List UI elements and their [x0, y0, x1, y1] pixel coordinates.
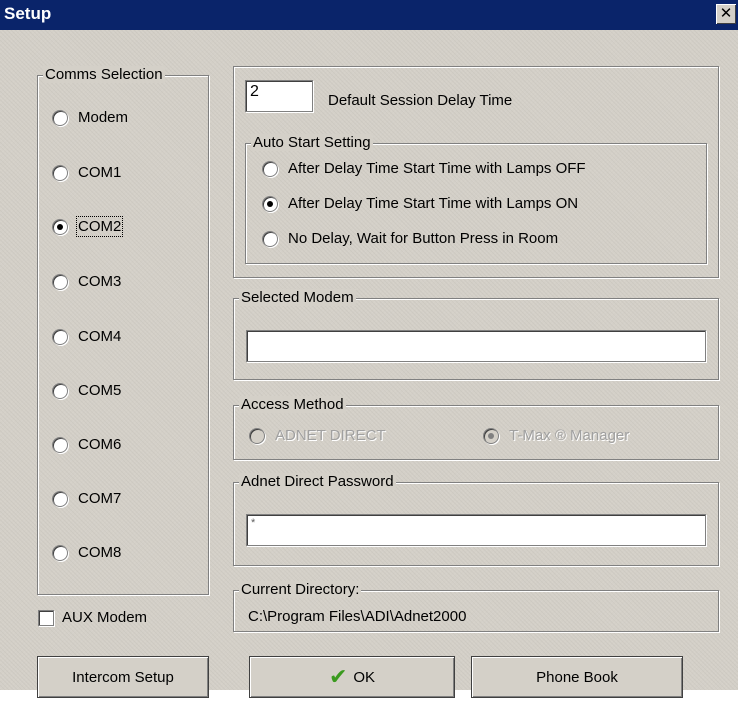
- title-bar[interactable]: Setup ✕: [0, 0, 738, 30]
- radio-button-icon[interactable]: [52, 109, 68, 126]
- ok-label: OK: [353, 668, 376, 686]
- radio-modem[interactable]: Modem: [52, 109, 128, 126]
- radio-button-icon[interactable]: [262, 230, 278, 247]
- close-icon: ✕: [719, 5, 733, 22]
- radio-button-icon[interactable]: [262, 195, 278, 212]
- radio-com7[interactable]: COM7: [52, 490, 121, 507]
- radio-label: COM3: [78, 273, 122, 290]
- aux-modem-label: AUX Modem: [62, 609, 148, 626]
- radio-label: COM7: [78, 490, 122, 507]
- radio-button-icon[interactable]: [52, 164, 68, 181]
- radio-com3[interactable]: COM3: [52, 273, 121, 290]
- radio-label: After Delay Time Start Time with Lamps O…: [288, 160, 586, 177]
- session-delay-value: 2: [250, 83, 259, 100]
- radio-button-icon[interactable]: [52, 273, 68, 290]
- radio-label: ADNET DIRECT: [275, 427, 386, 444]
- radio-com1[interactable]: COM1: [52, 164, 121, 181]
- selected-modem-legend: Selected Modem: [239, 289, 356, 306]
- radio-button-icon[interactable]: [262, 160, 278, 177]
- radio-label: T-Max ® Manager: [509, 427, 630, 444]
- radio-button-icon[interactable]: [249, 427, 265, 444]
- radio-label: COM2: [75, 216, 124, 237]
- radio-label: COM4: [78, 328, 122, 345]
- radio-com4[interactable]: COM4: [52, 328, 121, 345]
- radio-button-icon[interactable]: [52, 544, 68, 561]
- radio-com6[interactable]: COM6: [52, 436, 121, 453]
- aux-modem-checkbox[interactable]: AUX Modem: [38, 609, 147, 626]
- radio-label: COM5: [78, 382, 122, 399]
- checkmark-icon: ✔: [328, 664, 348, 689]
- intercom-setup-label: Intercom Setup: [72, 668, 174, 686]
- radio-tmax-manager[interactable]: T-Max ® Manager: [483, 427, 629, 444]
- comms-selection-legend: Comms Selection: [43, 66, 165, 83]
- radio-label: No Delay, Wait for Button Press in Room: [288, 230, 559, 247]
- radio-button-icon[interactable]: [483, 427, 499, 444]
- access-method-legend: Access Method: [239, 396, 346, 413]
- setup-dialog: Setup ✕ Comms Selection Modem COM1 COM2 …: [0, 0, 738, 698]
- radio-lamps-on[interactable]: After Delay Time Start Time with Lamps O…: [262, 195, 578, 212]
- intercom-setup-button[interactable]: Intercom Setup: [37, 656, 209, 698]
- password-value: *: [251, 517, 256, 529]
- radio-button-icon[interactable]: [52, 490, 68, 507]
- radio-label: COM1: [78, 164, 122, 181]
- window-title: Setup: [4, 4, 52, 23]
- current-directory-legend: Current Directory:: [239, 581, 362, 598]
- radio-button-icon[interactable]: [52, 218, 68, 235]
- radio-com8[interactable]: COM8: [52, 544, 121, 561]
- checkbox-icon[interactable]: [38, 609, 54, 626]
- radio-com5[interactable]: COM5: [52, 382, 121, 399]
- radio-label: COM8: [78, 544, 122, 561]
- radio-com2[interactable]: COM2: [52, 216, 124, 237]
- radio-button-icon[interactable]: [52, 436, 68, 453]
- password-legend: Adnet Direct Password: [239, 473, 396, 490]
- radio-button-icon[interactable]: [52, 328, 68, 345]
- phone-book-label: Phone Book: [536, 668, 618, 686]
- radio-no-delay[interactable]: No Delay, Wait for Button Press in Room: [262, 230, 558, 247]
- close-button[interactable]: ✕: [716, 4, 736, 24]
- radio-label: After Delay Time Start Time with Lamps O…: [288, 195, 579, 212]
- radio-label: Modem: [78, 109, 129, 126]
- radio-adnet-direct[interactable]: ADNET DIRECT: [249, 427, 386, 444]
- radio-lamps-off[interactable]: After Delay Time Start Time with Lamps O…: [262, 160, 586, 177]
- phone-book-button[interactable]: Phone Book: [471, 656, 683, 698]
- radio-label: COM6: [78, 436, 122, 453]
- selected-modem-input[interactable]: [246, 330, 706, 362]
- session-delay-input[interactable]: 2: [245, 80, 313, 112]
- radio-button-icon[interactable]: [52, 382, 68, 399]
- password-input[interactable]: *: [246, 514, 706, 546]
- session-delay-label: Default Session Delay Time: [328, 92, 513, 109]
- current-directory-value: C:\Program Files\ADI\Adnet2000: [248, 608, 467, 625]
- ok-button[interactable]: ✔ OK: [249, 656, 455, 698]
- auto-start-legend: Auto Start Setting: [251, 134, 373, 151]
